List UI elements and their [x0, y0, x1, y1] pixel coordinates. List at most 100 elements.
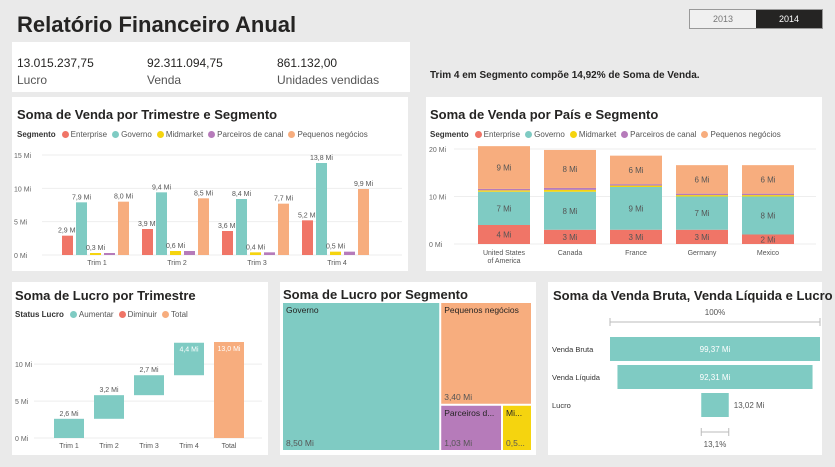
x-tick-label: Mexico	[757, 250, 779, 257]
data-label: 9,4 Mi	[152, 184, 172, 191]
bar	[104, 253, 115, 255]
treemap-tile	[441, 303, 531, 404]
bar	[184, 251, 195, 255]
x-tick-label: Trim 2	[167, 260, 187, 267]
bar	[142, 229, 153, 255]
bar-segment	[478, 188, 530, 191]
data-label: 3 Mi	[694, 233, 709, 242]
kpi-units-value: 861.132,00	[277, 56, 338, 70]
bar-segment	[676, 193, 728, 196]
data-label: 2,6 Mi	[59, 411, 79, 418]
y-tick-label: 10 Mi	[429, 195, 447, 202]
data-label: 8 Mi	[562, 207, 577, 216]
data-label: 3 Mi	[628, 233, 643, 242]
y-tick-label: 5 Mi	[14, 220, 28, 227]
funnel-bar	[701, 393, 729, 417]
bar	[250, 252, 261, 255]
bar-segment	[478, 190, 530, 192]
x-tick-label: Trim 1	[87, 260, 107, 267]
year-slicer: 2013 2014	[689, 9, 823, 29]
funnel-category-label: Venda Bruta	[552, 345, 594, 354]
data-label: 9 Mi	[496, 164, 511, 173]
bar	[118, 201, 129, 255]
data-label: 0,3 Mi	[86, 245, 106, 252]
data-label: 8 Mi	[562, 165, 577, 174]
treemap-label: Mi...	[506, 408, 522, 418]
bar	[222, 231, 233, 255]
treemap-label: Pequenos negócios	[444, 305, 519, 315]
bar-segment	[610, 184, 662, 186]
bar	[344, 251, 355, 255]
data-label: 9,9 Mi	[354, 181, 374, 188]
x-tick-label: Trim 1	[59, 443, 79, 450]
chart-quarter-segment: 15 Mi 10 Mi 5 Mi 0 Mi 2,9 Mi 7,9 Mi 0,3 Mi 8,0 …	[14, 153, 402, 267]
data-label: 13,02 Mi	[734, 401, 765, 410]
bar	[90, 253, 101, 255]
kpi-sales-value: 92.311.094,75	[147, 56, 223, 70]
treemap-tile	[283, 303, 440, 450]
year-2013-button[interactable]: 2013	[690, 10, 756, 28]
treemap-value: 8,50 Mi	[286, 438, 314, 448]
data-label: 6 Mi	[694, 175, 709, 184]
x-tick-label: Trim 3	[247, 260, 267, 267]
bar	[198, 198, 209, 255]
kpi-profit-label: Lucro	[17, 73, 48, 87]
funnel-bottom-pct: 13,1%	[704, 440, 727, 449]
data-label: 7 Mi	[694, 209, 709, 218]
data-label: 0,6 Mi	[166, 243, 186, 250]
data-label: 0,5 Mi	[326, 244, 346, 251]
bar	[302, 220, 313, 255]
x-tick-label: Total	[222, 443, 237, 450]
chart-country-segment: 20 Mi 10 Mi 0 Mi 4 Mi 7 Mi 9 Mi United Stateso…	[429, 146, 816, 265]
data-label: 6 Mi	[760, 175, 775, 184]
funnel-top-pct: 100%	[705, 308, 725, 317]
bar-segment	[676, 195, 728, 197]
data-label: 8 Mi	[760, 212, 775, 221]
y-tick-label: 10 Mi	[15, 362, 33, 369]
bar-segment	[742, 195, 794, 197]
treemap-value: 0,5...	[506, 438, 525, 448]
data-label: 3,2 Mi	[99, 387, 119, 394]
y-tick-label: 5 Mi	[15, 399, 29, 406]
treemap-label: Parceiros d...	[444, 408, 494, 418]
x-tick-label: of America	[487, 258, 520, 265]
data-label: 4,4 Mi	[179, 347, 199, 354]
data-label: 8,4 Mi	[232, 191, 252, 198]
data-label: 3,9 Mi	[138, 221, 158, 228]
bar	[170, 251, 181, 255]
treemap-label: Governo	[286, 305, 319, 315]
data-label: 92,31 Mi	[700, 373, 731, 382]
y-tick-label: 10 Mi	[14, 186, 32, 193]
x-tick-label: Germany	[688, 250, 717, 257]
waterfall-bar	[54, 418, 84, 438]
data-label: 6 Mi	[628, 166, 643, 175]
page-title: Relatório Financeiro Anual	[17, 12, 297, 37]
chart-profit-segment: Governo 8,50 Mi Pequenos negócios 3,40 Mi Pa…	[283, 303, 531, 450]
treemap-value: 1,03 Mi	[444, 438, 472, 448]
funnel-category-label: Venda Líquida	[552, 373, 601, 382]
year-2014-button[interactable]: 2014	[756, 10, 822, 28]
data-label: 2,7 Mi	[139, 367, 159, 374]
x-tick-label: Trim 3	[139, 443, 159, 450]
bar-segment	[610, 185, 662, 187]
data-label: 2 Mi	[760, 235, 775, 244]
y-tick-label: 0 Mi	[429, 242, 443, 249]
x-tick-label: Trim 4	[179, 443, 199, 450]
y-tick-label: 15 Mi	[14, 153, 32, 160]
data-label: 4 Mi	[496, 231, 511, 240]
bar	[316, 163, 327, 255]
bar	[330, 251, 341, 255]
treemap-value: 3,40 Mi	[444, 392, 472, 402]
waterfall-bar	[214, 342, 244, 438]
bar	[358, 189, 369, 255]
data-label: 7,7 Mi	[274, 196, 294, 203]
chart-profit-quarter: 10 Mi 5 Mi 0 Mi 2,6 Mi Trim 1 3,2 Mi Trim 2 2,7…	[15, 342, 262, 450]
y-tick-label: 0 Mi	[14, 253, 28, 260]
data-label: 99,37 Mi	[700, 345, 731, 354]
waterfall-bar	[134, 375, 164, 396]
data-label: 13,0 Mi	[218, 346, 241, 353]
kpi-profit-value: 13.015.237,75	[17, 56, 94, 70]
waterfall-bar	[94, 395, 124, 419]
x-tick-label: France	[625, 250, 647, 257]
data-label: 2,9 Mi	[58, 228, 78, 235]
